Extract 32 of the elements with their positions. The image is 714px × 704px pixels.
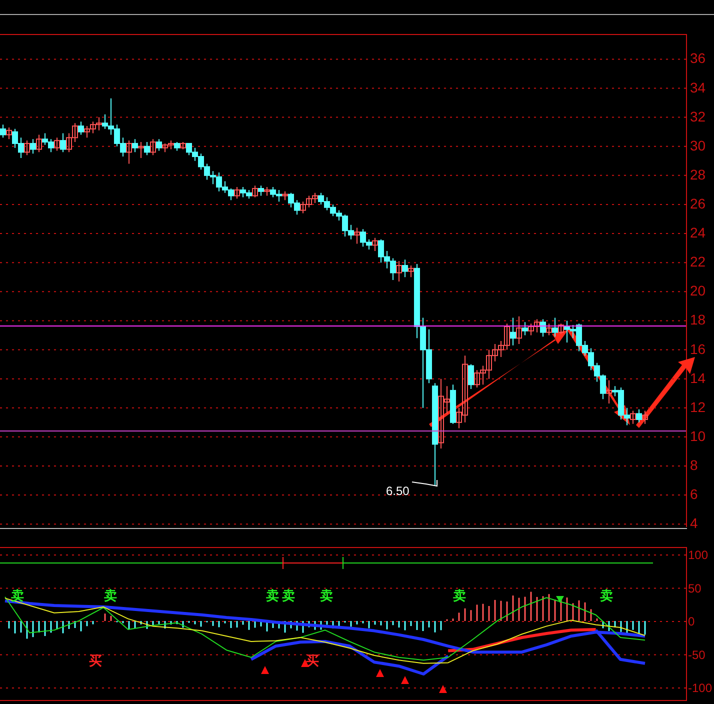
sell-marker: 卖 <box>266 588 279 603</box>
axis-label: -50 <box>688 648 706 662</box>
axis-label: 12 <box>690 398 706 415</box>
sell-marker: 卖 <box>11 588 24 603</box>
axis-label: 4 <box>690 515 698 532</box>
axis-label: 32 <box>690 108 706 124</box>
axis-label: 50 <box>688 581 702 596</box>
sell-marker: 卖 <box>104 588 117 603</box>
axis-label: 16 <box>690 340 706 357</box>
sell-marker: 卖 <box>282 588 295 603</box>
axis-label: 0 <box>688 614 695 628</box>
buy-marker: 买 <box>89 653 102 668</box>
buy-marker: 买 <box>306 653 319 668</box>
price-label: 6.50 <box>386 484 410 498</box>
axis-label: 36 <box>690 50 706 66</box>
axis-label: 18 <box>690 312 706 328</box>
axis-label: 10 <box>690 428 706 444</box>
sell-marker: 卖 <box>453 588 466 603</box>
axis-label: 100 <box>688 548 708 562</box>
sell-marker: 卖 <box>600 588 613 603</box>
axis-label: 24 <box>690 224 706 241</box>
axis-label: 34 <box>690 79 706 96</box>
axis-label: 6 <box>690 486 698 502</box>
sell-marker: 卖 <box>320 588 333 603</box>
axis-label: 14 <box>690 370 706 386</box>
axis-label: 22 <box>690 254 706 270</box>
axis-label: 8 <box>690 456 698 473</box>
axis-label: 20 <box>690 282 706 299</box>
axis-label: 30 <box>690 137 706 154</box>
axis-label: 28 <box>690 166 706 182</box>
axis-label: -100 <box>688 681 712 695</box>
axis-label: 26 <box>690 195 706 212</box>
